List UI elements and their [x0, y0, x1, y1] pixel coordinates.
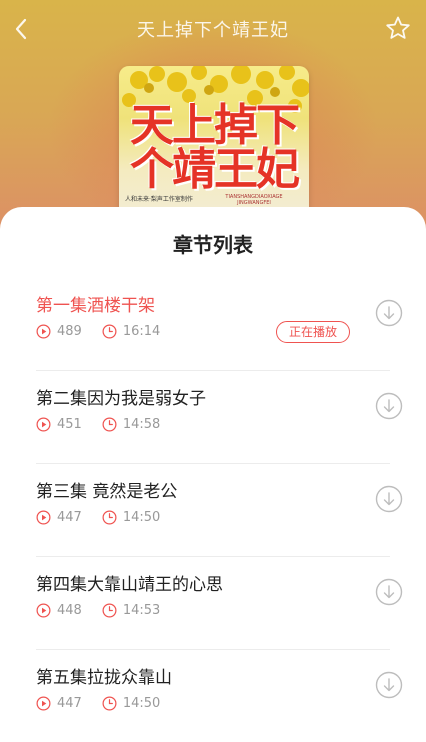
- back-button[interactable]: [6, 12, 36, 46]
- clock-icon: [102, 510, 117, 525]
- download-icon[interactable]: [375, 578, 403, 606]
- chevron-left-icon: [15, 18, 27, 40]
- chapter-name: 第五集拉拢众靠山: [36, 668, 172, 688]
- play-count: 489: [36, 324, 82, 339]
- play-count: 448: [36, 603, 82, 618]
- top-bar: 天上掉下个靖王妃: [0, 0, 426, 58]
- play-circle-icon: [36, 510, 51, 525]
- chapter-item-4[interactable]: 第四集大靠山靖王的心思 448 14:53: [36, 557, 403, 650]
- clock-icon: [102, 417, 117, 432]
- play-circle-icon: [36, 696, 51, 711]
- cover-title-line2: 个靖王妃: [130, 144, 300, 195]
- sheet-title: 章节列表: [173, 233, 253, 257]
- chapter-meta: 451 14:58: [36, 417, 180, 432]
- clock-icon: [102, 696, 117, 711]
- chapter-name: 第一集酒楼干架: [36, 296, 155, 316]
- play-count-value: 448: [57, 603, 82, 618]
- star-icon: [386, 16, 410, 39]
- cover-pinyin: TIANSHANGDIAOXIAGE JINGWANGFEI: [225, 194, 283, 206]
- cover-title-line1: 天上掉下: [130, 100, 300, 151]
- duration-value: 14:50: [122, 510, 161, 525]
- play-count-value: 447: [57, 696, 82, 711]
- chapter-meta: 489 16:14: [36, 324, 180, 339]
- play-count-value: 451: [57, 417, 82, 432]
- chapter-name: 第三集 竟然是老公: [36, 482, 178, 502]
- play-count-value: 489: [57, 324, 82, 339]
- play-count: 451: [36, 417, 82, 432]
- chapter-item-1[interactable]: 第一集酒楼干架 489 16:14 正在播放: [36, 278, 403, 371]
- duration: 14:58: [102, 417, 160, 432]
- play-circle-icon: [36, 324, 51, 339]
- chapter-list-sheet: 章节列表 第一集酒楼干架 489 16:14 正在播放 第二集因为我是弱女子 4…: [0, 207, 426, 742]
- page-title: 天上掉下个靖王妃: [137, 20, 289, 41]
- chapter-item-3[interactable]: 第三集 竟然是老公 447 14:50: [36, 464, 403, 557]
- duration-value: 14:50: [122, 696, 161, 711]
- download-icon[interactable]: [375, 392, 403, 420]
- chapter-name: 第二集因为我是弱女子: [36, 389, 206, 409]
- clock-icon: [102, 603, 117, 618]
- play-circle-icon: [36, 603, 51, 618]
- duration: 14:50: [102, 696, 160, 711]
- duration-value: 14:58: [122, 417, 161, 432]
- clock-icon: [102, 324, 117, 339]
- duration: 16:14: [102, 324, 160, 339]
- favorite-button[interactable]: [384, 14, 412, 42]
- download-icon[interactable]: [375, 671, 403, 699]
- cover-title: 天上掉下 个靖王妃: [125, 104, 303, 192]
- chapter-meta: 447 14:50: [36, 696, 180, 711]
- chapter-item-2[interactable]: 第二集因为我是弱女子 451 14:58: [36, 371, 403, 464]
- chapter-name: 第四集大靠山靖王的心思: [36, 575, 223, 595]
- cover-credit: 人和未来·梨声工作室制作: [125, 196, 193, 203]
- play-count-value: 447: [57, 510, 82, 525]
- duration: 14:50: [102, 510, 160, 525]
- duration: 14:53: [102, 603, 160, 618]
- play-count: 447: [36, 696, 82, 711]
- play-count: 447: [36, 510, 82, 525]
- now-playing-badge: 正在播放: [276, 321, 350, 343]
- chapter-meta: 448 14:53: [36, 603, 180, 618]
- chapter-meta: 447 14:50: [36, 510, 180, 525]
- download-icon[interactable]: [375, 485, 403, 513]
- duration-value: 16:14: [122, 324, 161, 339]
- duration-value: 14:53: [122, 603, 161, 618]
- chapter-item-5[interactable]: 第五集拉拢众靠山 447 14:50: [36, 650, 403, 742]
- download-icon[interactable]: [375, 299, 403, 327]
- play-circle-icon: [36, 417, 51, 432]
- chapter-list: 第一集酒楼干架 489 16:14 正在播放 第二集因为我是弱女子 451 14…: [36, 278, 406, 742]
